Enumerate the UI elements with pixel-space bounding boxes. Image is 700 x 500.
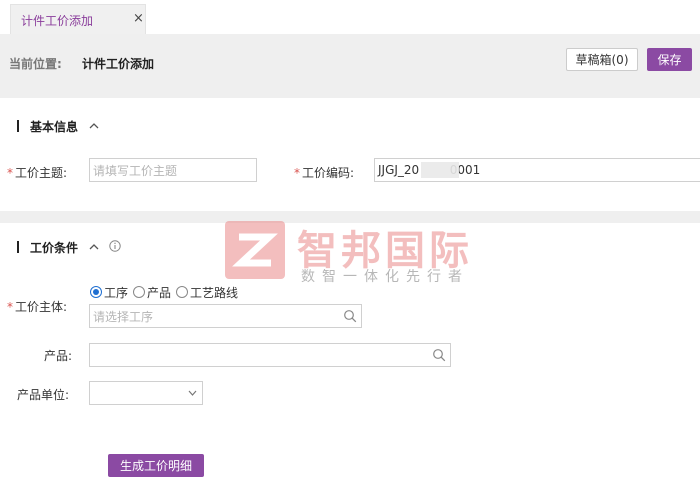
unit-select[interactable]	[89, 381, 203, 405]
entity-label: * 工价主体:	[7, 300, 68, 314]
chevron-up-icon[interactable]	[89, 242, 99, 252]
chevron-down-icon[interactable]	[188, 390, 197, 396]
unit-label: 产品单位:	[17, 388, 70, 402]
section-marker	[17, 120, 19, 132]
subject-label: * 工价主题:	[7, 166, 68, 180]
page: 计件工价添加 × 当前位置: 计件工价添加 草稿箱(0) 保存 基本信息 * 工价…	[0, 0, 700, 500]
watermark-logo	[225, 221, 285, 279]
product-input[interactable]	[89, 343, 451, 367]
radio-button[interactable]	[176, 286, 189, 298]
generate-detail-button[interactable]: 生成工价明细	[108, 454, 204, 477]
radio-product[interactable]: 产品	[133, 284, 171, 301]
watermark-subtitle: 数智一体化先行者	[301, 269, 469, 285]
search-icon[interactable]	[343, 309, 357, 323]
tab-bar: 计件工价添加 ×	[0, 0, 700, 34]
search-icon[interactable]	[432, 348, 446, 362]
page-title: 计件工价添加	[82, 57, 155, 71]
section-title-conditions: 工价条件	[30, 241, 79, 255]
radio-label: 工艺路线	[190, 285, 239, 300]
code-label: * 工价编码:	[294, 166, 355, 180]
radio-button[interactable]	[133, 286, 146, 298]
radio-process[interactable]: 工序	[90, 284, 128, 301]
info-icon[interactable]	[109, 240, 121, 252]
radio-button[interactable]	[90, 286, 102, 298]
radio-routing[interactable]: 工艺路线	[176, 284, 238, 301]
drafts-button[interactable]: 草稿箱(0)	[566, 48, 638, 71]
subject-placeholder: 请填写工价主题	[93, 163, 178, 178]
product-label: 产品:	[44, 349, 73, 363]
chevron-up-icon[interactable]	[89, 121, 99, 131]
subject-input[interactable]: 请填写工价主题	[89, 158, 257, 182]
tab-piece-rate-add[interactable]: 计件工价添加 ×	[10, 4, 146, 34]
radio-label: 产品	[147, 285, 172, 300]
radio-label: 工序	[104, 285, 129, 300]
breadcrumb-prefix: 当前位置:	[9, 57, 62, 71]
section-title-basic: 基本信息	[30, 120, 79, 134]
masked-area	[421, 162, 459, 178]
save-button[interactable]: 保存	[647, 48, 692, 71]
entity-radio-group: 工序 产品 工艺路线	[90, 284, 243, 300]
entity-input[interactable]: 请选择工序	[89, 304, 362, 328]
tab-label: 计件工价添加	[21, 14, 94, 28]
section-marker	[17, 241, 19, 253]
breadcrumb-bar: 当前位置: 计件工价添加 草稿箱(0) 保存	[0, 34, 700, 98]
close-icon[interactable]: ×	[133, 11, 144, 26]
entity-placeholder: 请选择工序	[93, 309, 154, 324]
